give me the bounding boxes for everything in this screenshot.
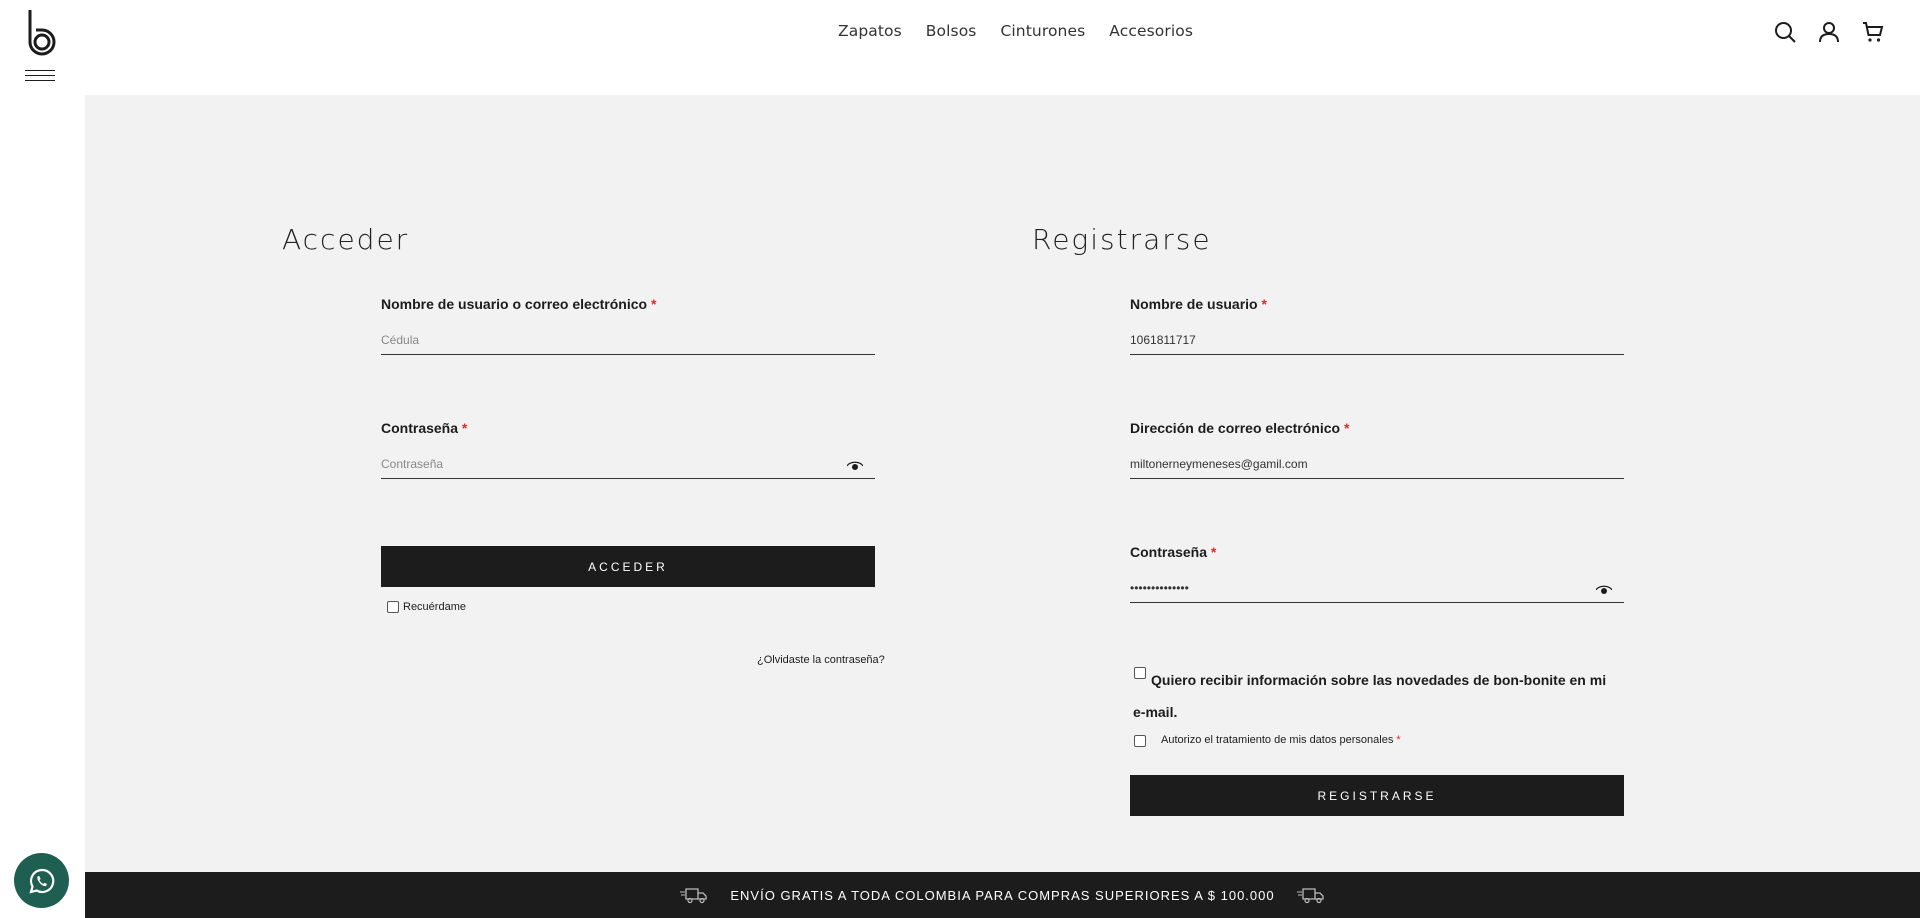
register-button[interactable]: REGISTRARSE — [1130, 775, 1624, 816]
brand-logo-icon[interactable] — [26, 8, 56, 56]
cart-icon[interactable] — [1861, 20, 1885, 44]
whatsapp-icon[interactable] — [14, 853, 69, 908]
shipping-text: ENVÍO GRATIS A TODA COLOMBIA PARA COMPRA… — [730, 887, 1275, 903]
menu-icon[interactable] — [25, 70, 55, 84]
fast-delivery-icon — [680, 886, 708, 904]
show-password-icon[interactable] — [1595, 583, 1613, 595]
header-actions — [1773, 20, 1885, 44]
register-password-input[interactable] — [1130, 573, 1624, 602]
nav-item-zapatos[interactable]: Zapatos — [838, 22, 902, 40]
register-email-field — [1130, 449, 1624, 479]
search-icon[interactable] — [1773, 20, 1797, 44]
register-password-label: Contraseña * — [1130, 544, 1217, 560]
forgot-password-link[interactable]: ¿Olvidaste la contraseña? — [757, 654, 885, 666]
privacy-label: Autorizo el tratamiento de mis datos per… — [1161, 734, 1401, 746]
login-title: Acceder — [282, 223, 410, 256]
login-username-field — [381, 325, 875, 355]
login-password-field — [381, 449, 875, 479]
register-username-field — [1130, 325, 1624, 355]
site-header: Zapatos Bolsos Cinturones Accesorios — [85, 0, 1920, 95]
fast-delivery-icon — [1296, 886, 1325, 904]
newsletter-label: Quiero recibir información sobre las nov… — [1133, 672, 1607, 720]
account-panel: Acceder Nombre de usuario o correo elect… — [85, 95, 1920, 872]
register-password-field — [1130, 573, 1624, 603]
nav-item-bolsos[interactable]: Bolsos — [926, 22, 977, 40]
login-password-input[interactable] — [381, 449, 875, 478]
privacy-checkbox[interactable] — [1134, 735, 1146, 747]
register-email-label: Dirección de correo electrónico * — [1130, 420, 1350, 436]
register-username-label: Nombre de usuario * — [1130, 296, 1267, 312]
register-email-input[interactable] — [1130, 449, 1624, 478]
shipping-banner: ENVÍO GRATIS A TODA COLOMBIA PARA COMPRA… — [85, 872, 1920, 918]
nav-item-accesorios[interactable]: Accesorios — [1109, 22, 1193, 40]
show-password-icon[interactable] — [846, 459, 864, 471]
nav-item-cinturones[interactable]: Cinturones — [1000, 22, 1085, 40]
register-username-input[interactable] — [1130, 325, 1624, 354]
register-title: Registrarse — [1032, 223, 1212, 256]
user-icon[interactable] — [1817, 20, 1841, 44]
remember-label: Recuérdame — [403, 601, 466, 613]
main-nav: Zapatos Bolsos Cinturones Accesorios — [838, 22, 1193, 40]
login-password-label: Contraseña * — [381, 420, 468, 436]
remember-checkbox[interactable] — [387, 601, 399, 613]
left-rail — [0, 0, 85, 918]
login-button[interactable]: ACCEDER — [381, 546, 875, 587]
login-username-label: Nombre de usuario o correo electrónico * — [381, 296, 657, 312]
login-username-input[interactable] — [381, 325, 875, 354]
